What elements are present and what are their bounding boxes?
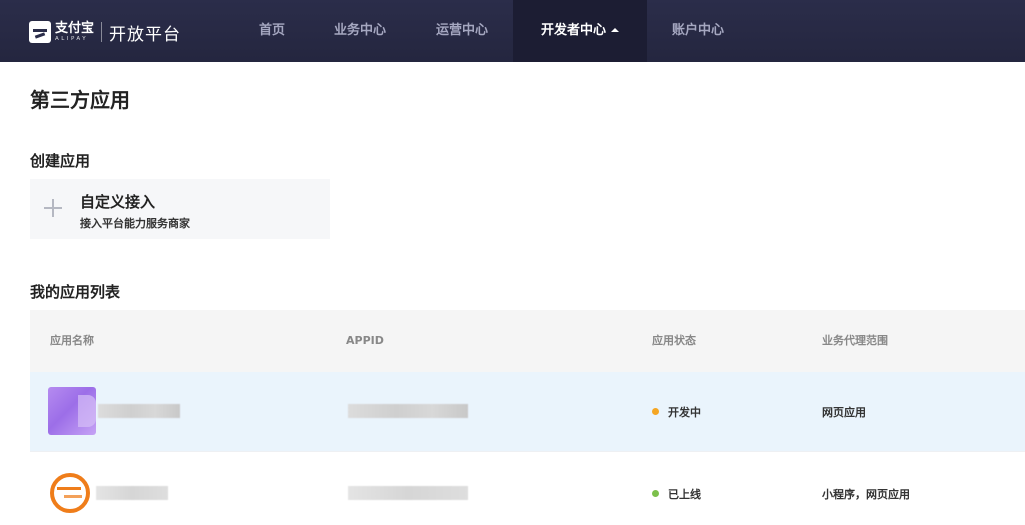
column-header-appid: APPID <box>346 334 384 347</box>
status-cell: 开发中 <box>652 404 701 420</box>
app-list-title: 我的应用列表 <box>30 283 121 301</box>
page-title: 第三方应用 <box>30 88 130 112</box>
app-table: 应用名称 APPID 应用状态 业务代理范围 开发中 网页应用 已上线 小程序，… <box>30 310 1025 525</box>
nav-item-developer[interactable]: 开发者中心 <box>513 0 647 62</box>
app-name-redacted <box>96 486 168 500</box>
custom-access-title: 自定义接入 <box>80 193 156 211</box>
scope-cell: 小程序，网页应用 <box>822 488 910 501</box>
brand-name-cn: 支付宝 <box>55 20 95 36</box>
column-header-app-name: 应用名称 <box>50 334 94 347</box>
app-name-redacted <box>98 404 180 418</box>
appid-redacted <box>348 486 468 500</box>
table-header: 应用名称 APPID 应用状态 业务代理范围 <box>30 310 1025 372</box>
status-dot-icon <box>652 408 659 415</box>
custom-access-card[interactable]: 自定义接入 接入平台能力服务商家 <box>30 179 330 239</box>
top-navigation-bar: 支付宝 ALIPAY 开放平台 首页 业务中心 运营中心 开发者中心 账户中心 <box>0 0 1025 62</box>
caret-up-icon <box>611 28 619 32</box>
brand-logo[interactable]: 支付宝 ALIPAY 开放平台 <box>29 20 182 45</box>
brand-name: 支付宝 ALIPAY <box>55 22 94 43</box>
table-row[interactable]: 已上线 小程序，网页应用 <box>30 452 1025 525</box>
app-icon <box>48 387 96 435</box>
status-cell: 已上线 <box>652 486 701 502</box>
table-row[interactable]: 开发中 网页应用 <box>30 372 1025 452</box>
alipay-logo-icon <box>29 21 51 43</box>
plus-icon <box>44 199 62 217</box>
custom-access-desc: 接入平台能力服务商家 <box>80 217 190 230</box>
column-header-scope: 业务代理范围 <box>822 334 888 347</box>
nav-item-account[interactable]: 账户中心 <box>658 0 738 62</box>
brand-divider <box>101 22 103 42</box>
nav-item-business[interactable]: 业务中心 <box>320 0 400 62</box>
app-icon <box>50 473 90 513</box>
scope-cell: 网页应用 <box>822 406 866 419</box>
nav-item-home[interactable]: 首页 <box>242 0 302 62</box>
create-section-title: 创建应用 <box>30 152 91 170</box>
appid-redacted <box>348 404 468 418</box>
nav-item-operations[interactable]: 运营中心 <box>422 0 502 62</box>
brand-subtitle: 开放平台 <box>109 24 182 45</box>
brand-name-en: ALIPAY <box>55 35 89 42</box>
status-dot-icon <box>652 490 659 497</box>
column-header-status: 应用状态 <box>652 334 696 347</box>
